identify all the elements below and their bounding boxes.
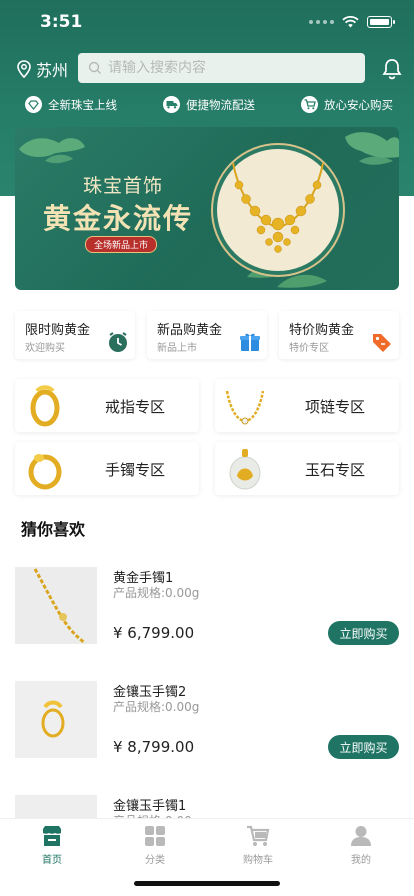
feature-label: 便捷物流配送 <box>186 97 255 112</box>
feature-strip: 全新珠宝上线 便捷物流配送 放心安心购买 <box>0 96 414 120</box>
quick-link-subtitle: 新品上市 <box>157 343 197 354</box>
quick-link-title: 特价购黄金 <box>289 323 355 338</box>
product-card[interactable]: 金镶玉手镯2 产品规格:0.00g ¥ 8,799.00 立即购买 <box>15 681 399 759</box>
quick-link-title: 限时购黄金 <box>25 323 91 338</box>
home-icon <box>43 826 61 846</box>
price-tag-icon <box>373 334 391 352</box>
location-selector[interactable]: 苏州 <box>16 57 68 81</box>
jade-image <box>229 449 261 490</box>
grid-icon <box>145 826 165 846</box>
search-icon <box>88 61 101 74</box>
recommend-title: 猜你喜欢 <box>21 520 86 539</box>
category-bracelets[interactable]: 手镯专区 <box>15 442 199 495</box>
product-spec: 产品规格:0.00g <box>113 586 200 600</box>
tab-home[interactable]: 首页 <box>22 825 82 866</box>
product-image <box>15 681 97 758</box>
status-time: 3:51 <box>40 12 83 32</box>
quick-link-new-arrivals[interactable]: 新品购黄金 新品上市 <box>147 311 267 359</box>
category-necklaces[interactable]: 项链专区 <box>215 379 399 432</box>
feature-label: 全新珠宝上线 <box>48 97 117 112</box>
quick-link-title: 新品购黄金 <box>157 323 223 338</box>
tab-label: 购物车 <box>243 855 273 866</box>
gift-icon <box>240 333 260 351</box>
banner-title: 黄金永流传 <box>43 202 194 235</box>
cart-icon <box>247 825 270 846</box>
quick-link-subtitle: 欢迎购买 <box>25 343 65 354</box>
status-bar: 3:51 <box>0 0 414 46</box>
ring-image <box>30 385 60 427</box>
product-spec: 产品规格:0.00g <box>113 700 200 714</box>
user-icon <box>351 826 371 846</box>
product-price: ¥ 8,799.00 <box>113 738 195 756</box>
bracelet-image <box>28 454 62 490</box>
status-icons <box>309 16 395 28</box>
battery-icon <box>367 16 395 28</box>
tab-cart[interactable]: 购物车 <box>228 825 288 866</box>
banner-subtitle: 珠宝首饰 <box>83 175 164 197</box>
search-bar[interactable] <box>78 53 365 83</box>
category-label: 手镯专区 <box>105 461 166 479</box>
location-pin-icon <box>17 60 31 78</box>
truck-icon <box>163 96 180 113</box>
buy-now-button[interactable]: 立即购买 <box>328 735 399 759</box>
product-card[interactable]: 黄金手镯1 产品规格:0.00g ¥ 6,799.00 立即购买 <box>15 567 399 645</box>
search-input[interactable] <box>108 60 348 76</box>
cart-icon <box>301 96 318 113</box>
feature-label: 放心安心购买 <box>324 97 393 112</box>
category-label: 项链专区 <box>305 398 366 416</box>
banner-tag: 全场新品上市 <box>85 236 158 253</box>
category-rings[interactable]: 戒指专区 <box>15 379 199 432</box>
promo-banner[interactable]: 珠宝首饰 黄金永流传 全场新品上市 <box>15 127 399 290</box>
category-label: 戒指专区 <box>105 398 166 416</box>
clock-icon <box>109 332 127 352</box>
wifi-icon <box>342 16 359 28</box>
bell-icon[interactable] <box>382 58 402 80</box>
quick-link-flash-sale[interactable]: 限时购黄金 欢迎购买 <box>15 311 135 359</box>
quick-link-subtitle: 特价专区 <box>289 343 329 354</box>
product-price: ¥ 6,799.00 <box>113 624 195 642</box>
tab-profile[interactable]: 我的 <box>331 825 391 866</box>
tab-label: 首页 <box>42 855 62 866</box>
location-label: 苏州 <box>36 61 69 80</box>
necklace-image <box>225 390 265 425</box>
product-image <box>15 567 97 644</box>
category-jade[interactable]: 玉石专区 <box>215 442 399 495</box>
feature-item: 放心安心购买 <box>301 96 393 113</box>
feature-item: 全新珠宝上线 <box>25 96 117 113</box>
tab-category[interactable]: 分类 <box>125 825 185 866</box>
home-indicator <box>134 881 280 886</box>
tab-label: 分类 <box>145 855 165 866</box>
signal-icon <box>309 20 334 24</box>
diamond-icon <box>25 96 42 113</box>
category-label: 玉石专区 <box>305 461 366 479</box>
tab-label: 我的 <box>351 855 371 866</box>
quick-link-special-price[interactable]: 特价购黄金 特价专区 <box>279 311 399 359</box>
feature-item: 便捷物流配送 <box>163 96 255 113</box>
buy-now-button[interactable]: 立即购买 <box>328 621 399 645</box>
